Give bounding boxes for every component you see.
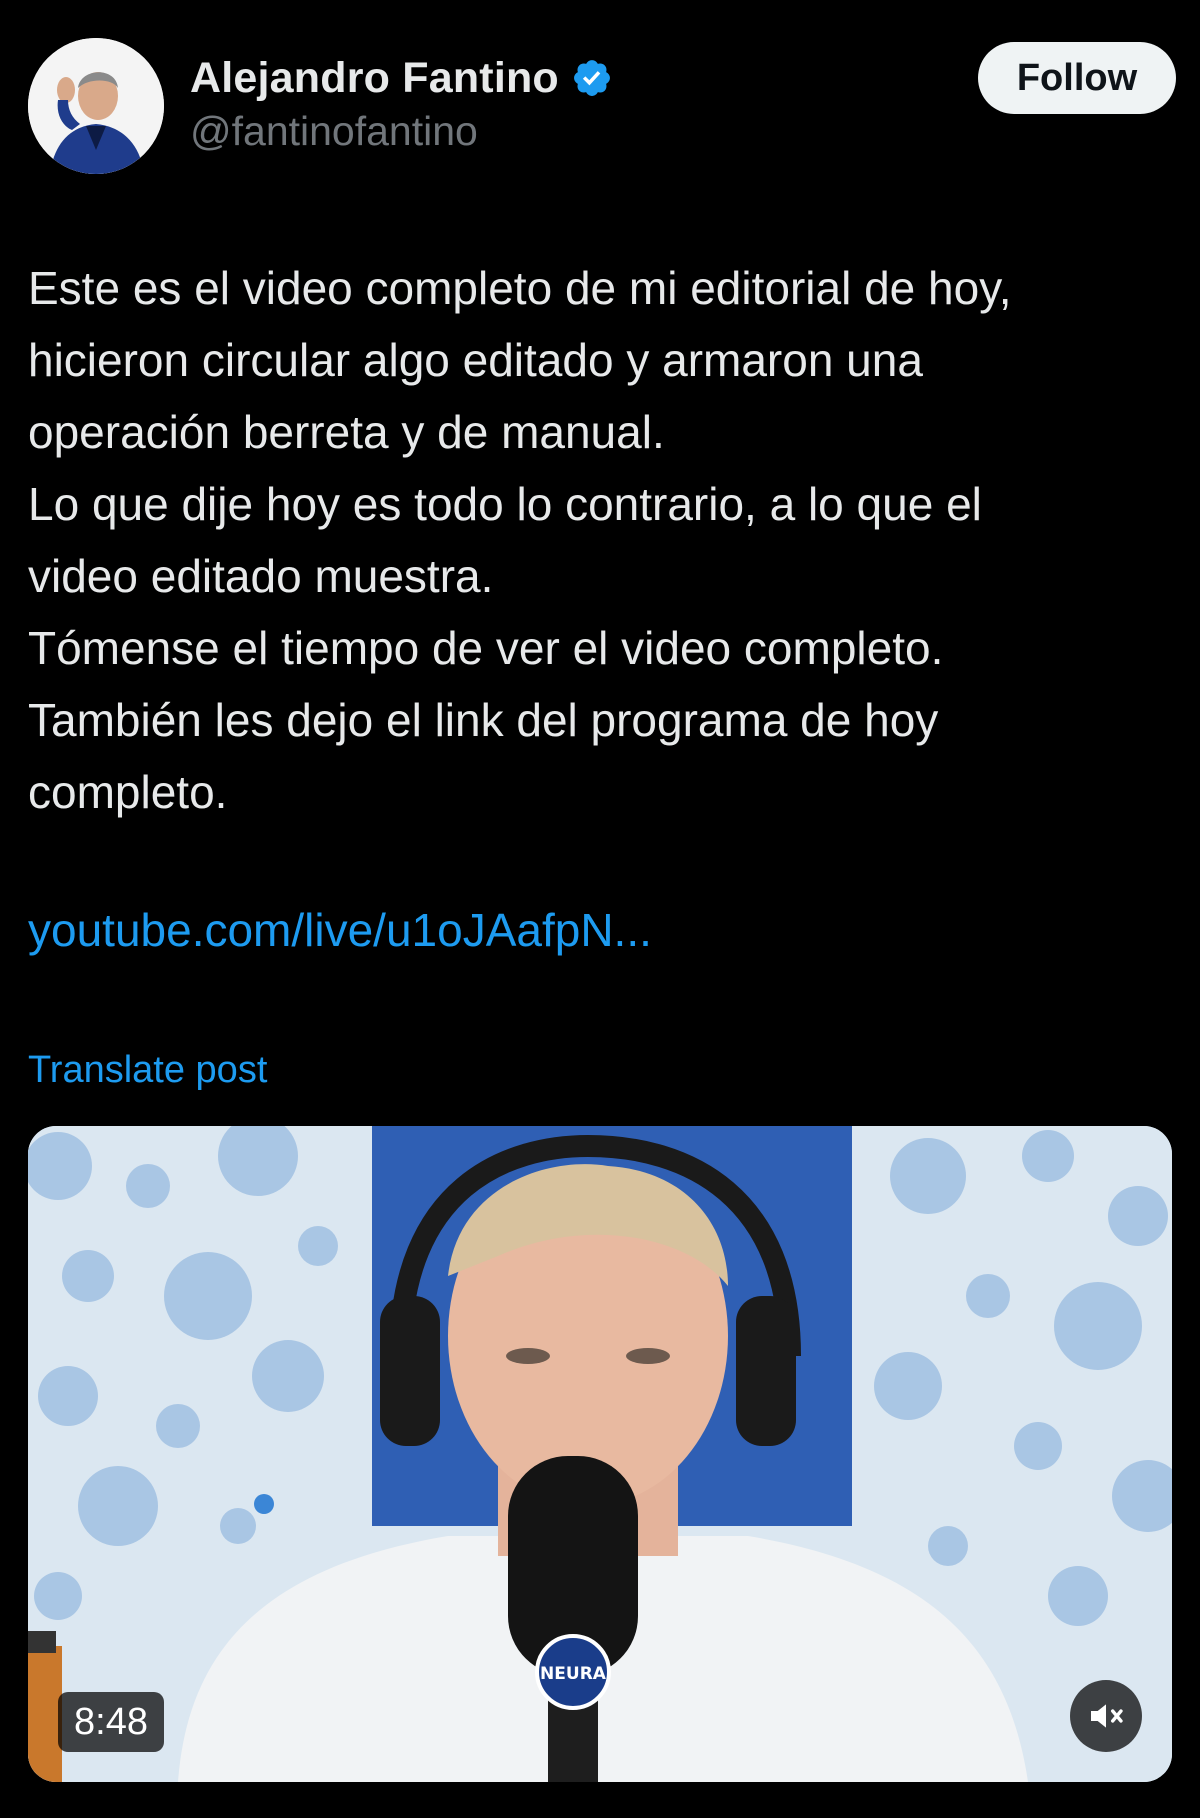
post-text-line: completo. <box>28 766 228 818</box>
post-text-line: video editado muestra. <box>28 550 494 602</box>
author-name-block: Alejandro Fantino @fantinofantino <box>190 50 613 155</box>
display-name-row: Alejandro Fantino <box>190 50 613 106</box>
translate-post-link[interactable]: Translate post <box>28 1044 267 1096</box>
post-text: Este es el video completo de mi editoria… <box>28 252 1178 828</box>
video-player[interactable]: NEURA 8:48 <box>28 1126 1172 1782</box>
post-text-line: hicieron circular algo editado y armaron… <box>28 334 923 386</box>
post-text-line: Lo que dije hoy es todo lo contrario, a … <box>28 478 982 530</box>
author-avatar[interactable] <box>28 38 164 174</box>
video-thumbnail: NEURA <box>28 1126 1172 1782</box>
post-container: Alejandro Fantino @fantinofantino Follow… <box>0 0 1200 1818</box>
mute-toggle-button[interactable] <box>1070 1680 1142 1752</box>
author-handle[interactable]: @fantinofantino <box>190 108 613 155</box>
verified-badge-icon <box>571 57 613 99</box>
post-text-line: operación berreta y de manual. <box>28 406 665 458</box>
youtube-link[interactable]: youtube.com/live/u1oJAafpN... <box>28 894 652 966</box>
post-text-line: También les dejo el link del programa de… <box>28 694 939 746</box>
mic-brand-label: NEURA <box>540 1664 607 1684</box>
author-display-name[interactable]: Alejandro Fantino <box>190 54 559 103</box>
follow-button[interactable]: Follow <box>978 42 1176 114</box>
video-duration-badge: 8:48 <box>58 1692 164 1752</box>
avatar-photo <box>28 38 164 174</box>
post-header: Alejandro Fantino @fantinofantino Follow <box>28 38 1176 178</box>
post-text-line: Este es el video completo de mi editoria… <box>28 262 1012 314</box>
speaker-muted-icon <box>1091 1704 1123 1728</box>
post-text-line: Tómense el tiempo de ver el video comple… <box>28 622 944 674</box>
